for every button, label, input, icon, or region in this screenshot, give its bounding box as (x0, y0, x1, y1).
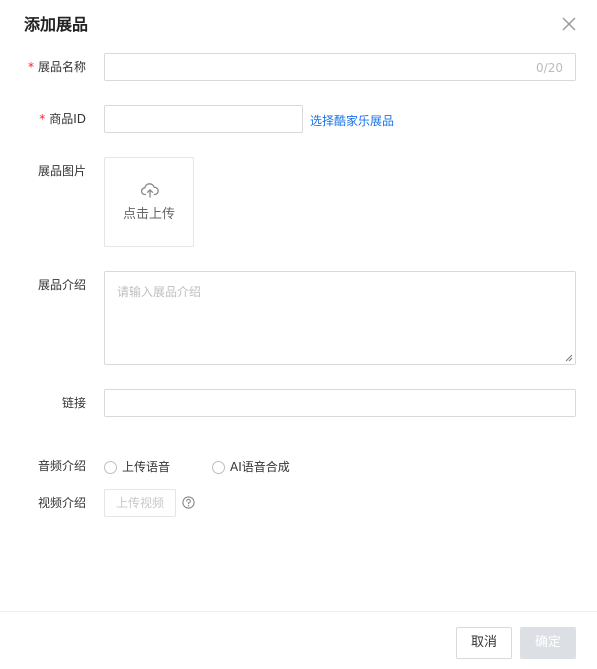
radio-circle (104, 460, 117, 474)
link-label: 链接 (61, 396, 86, 410)
resize-grip-icon[interactable] (565, 354, 573, 362)
cancel-button[interactable]: 取消 (456, 627, 512, 659)
radio-circle (212, 460, 225, 474)
cloud-upload-icon (141, 183, 159, 198)
radio-ai-voice[interactable]: AI语音合成 (212, 459, 290, 475)
product-id-input[interactable] (104, 105, 303, 133)
intro-placeholder: 请输入展品介绍 (117, 285, 202, 299)
exhibit-intro-label: 展品介绍 (37, 278, 86, 292)
exhibit-name-label: * 展品名称 (27, 60, 86, 74)
upload-text: 点击上传 (122, 207, 175, 222)
select-exhibit-link[interactable]: 选择酷家乐展品 (310, 113, 394, 129)
audio-intro-label: 音频介绍 (37, 459, 86, 473)
link-input[interactable] (104, 389, 576, 417)
confirm-button[interactable]: 确定 (520, 627, 576, 659)
exhibit-name-input[interactable]: 0/20 (104, 53, 576, 81)
image-upload-box[interactable]: 点击上传 (104, 157, 194, 247)
radio-upload-audio[interactable]: 上传语音 (104, 459, 170, 475)
close-icon[interactable] (560, 15, 578, 33)
help-circle-icon[interactable] (182, 496, 195, 509)
char-counter: 0/20 (536, 61, 563, 75)
required-mark: * (27, 60, 34, 74)
exhibit-intro-textarea[interactable]: 请输入展品介绍 (104, 271, 576, 365)
add-exhibit-dialog: 添加展品 * 展品名称 0/20 * 商品ID 选择酷家乐展品 展品图片 点击上传 … (0, 0, 597, 669)
radio-label: 上传语音 (122, 460, 171, 474)
product-id-label: * 商品ID (39, 112, 86, 126)
dialog-title: 添加展品 (24, 15, 89, 34)
radio-label: AI语音合成 (230, 460, 290, 474)
upload-video-button[interactable]: 上传视频 (104, 489, 176, 517)
exhibit-image-label: 展品图片 (37, 164, 86, 178)
required-mark: * (39, 112, 46, 126)
video-intro-label: 视频介绍 (37, 496, 86, 510)
footer-divider (0, 611, 597, 612)
